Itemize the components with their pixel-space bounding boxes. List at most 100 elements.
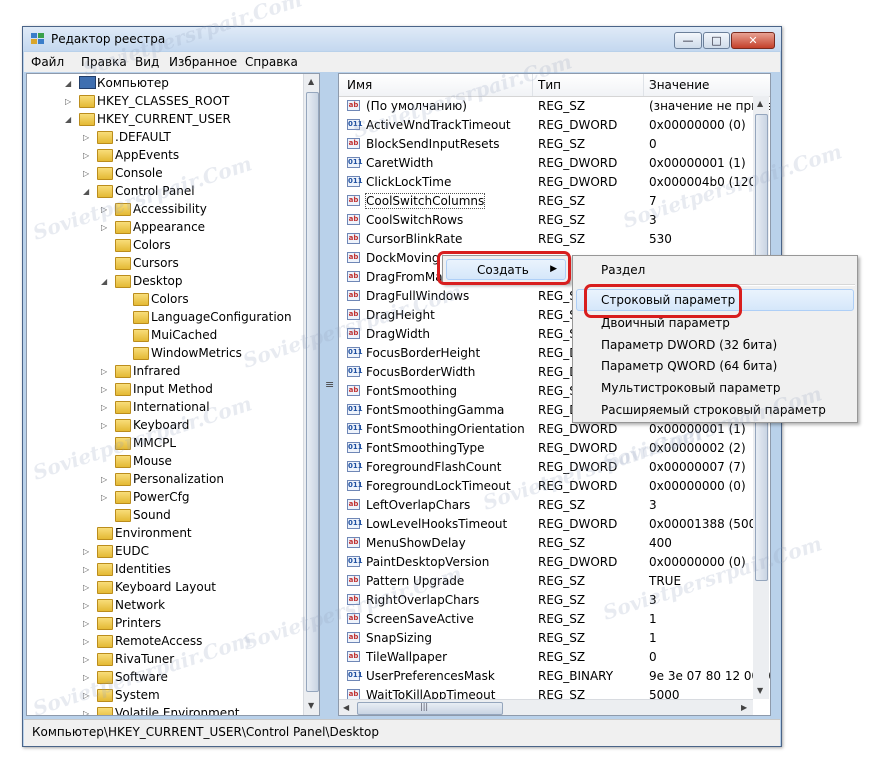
status-bar: Компьютер\HKEY_CURRENT_USER\Control Pane…	[24, 719, 780, 746]
expander-icon[interactable]: ▷	[65, 97, 73, 107]
values-horizontal-scrollbar[interactable]: ◀ ||| ▶	[339, 699, 753, 715]
expander-icon[interactable]: ▷	[83, 673, 91, 683]
expander-icon[interactable]	[101, 241, 109, 251]
expander-icon[interactable]	[101, 457, 109, 467]
expander-icon[interactable]: ▷	[101, 421, 109, 431]
expander-icon[interactable]	[83, 529, 91, 539]
expander-icon[interactable]: ▷	[101, 403, 109, 413]
expander-icon[interactable]: ▷	[83, 583, 91, 593]
expander-icon[interactable]: ▷	[83, 619, 91, 629]
expander-icon[interactable]: ▷	[83, 169, 91, 179]
expander-icon[interactable]: ▷	[101, 367, 109, 377]
expander-icon[interactable]: ▷	[101, 223, 109, 233]
value-row[interactable]: ab CursorBlinkRate REG_SZ 530	[339, 230, 757, 249]
value-row[interactable]: 011 FontSmoothingType REG_DWORD 0x00000002 …	[339, 439, 757, 458]
highlight-frame-create	[437, 251, 571, 285]
submenu-item-binary-value[interactable]: Двоичный параметр	[601, 316, 730, 330]
value-row[interactable]: 011 LowLevelHooksTimeout REG_DWORD 0x000013…	[339, 515, 769, 534]
expander-icon[interactable]: ▷	[83, 151, 91, 161]
value-row[interactable]: ab (По умолчанию) REG_SZ (значение не присв	[339, 97, 770, 116]
values-hscroll-thumb[interactable]: |||	[357, 702, 503, 715]
expander-icon[interactable]	[119, 349, 127, 359]
column-value-header[interactable]: Значение	[649, 78, 709, 92]
expander-icon[interactable]: ▷	[101, 385, 109, 395]
menu-file[interactable]: Файл	[31, 55, 64, 69]
maximize-button[interactable]: □	[703, 32, 730, 49]
folder-icon	[97, 131, 113, 144]
folder-icon	[115, 203, 131, 216]
tree-scroll-thumb[interactable]	[306, 92, 319, 692]
value-type: REG_DWORD	[538, 118, 618, 132]
expander-icon[interactable]: ▷	[83, 133, 91, 143]
registry-tree[interactable]: ◢ Компьютер ▷ HKEY_CLASSES_ROOT ◢ HKEY_CURREN…	[26, 73, 320, 716]
scroll-down-arrow[interactable]: ▼	[757, 686, 763, 695]
value-row[interactable]: 011 ForegroundLockTimeout REG_DWORD 0x00000…	[339, 477, 757, 496]
submenu-item-expandable-string-value[interactable]: Расширяемый строковый параметр	[601, 403, 826, 417]
value-row[interactable]: 011 ClickLockTime REG_DWORD 0x000004b0 (120…	[339, 173, 769, 192]
value-row[interactable]: ab SnapSizing REG_SZ 1	[339, 629, 757, 648]
expander-icon[interactable]: ◢	[65, 115, 73, 125]
value-row[interactable]: ab CoolSwitchRows REG_SZ 3	[339, 211, 757, 230]
expander-icon[interactable]	[119, 295, 127, 305]
string-value-icon: ab	[347, 328, 360, 339]
value-row[interactable]: 011 CaretWidth REG_DWORD 0x00000001 (1)	[339, 154, 757, 173]
minimize-button[interactable]: —	[674, 32, 702, 49]
value-row[interactable]: ab MenuShowDelay REG_SZ 400	[339, 534, 757, 553]
menu-help[interactable]: Справка	[245, 55, 298, 69]
value-row[interactable]: ab TileWallpaper REG_SZ 0	[339, 648, 757, 667]
value-row[interactable]: 011 ForegroundFlashCount REG_DWORD 0x000000…	[339, 458, 757, 477]
column-divider[interactable]	[643, 74, 644, 96]
column-name-header[interactable]: Имя	[347, 78, 372, 92]
scroll-right-arrow[interactable]: ▶	[741, 703, 747, 712]
expander-icon[interactable]: ▷	[83, 655, 91, 665]
expander-icon[interactable]: ▷	[83, 601, 91, 611]
expander-icon[interactable]: ▷	[83, 691, 91, 701]
value-row[interactable]: ab Pattern Upgrade REG_SZ TRUE	[339, 572, 757, 591]
column-divider[interactable]	[532, 74, 533, 96]
expander-icon[interactable]: ◢	[83, 187, 91, 197]
expander-icon[interactable]	[101, 259, 109, 269]
submenu-item-dword-value[interactable]: Параметр DWORD (32 бита)	[601, 338, 777, 352]
menu-view[interactable]: Вид	[135, 55, 159, 69]
pane-splitter[interactable]: ≡	[322, 73, 336, 716]
value-row[interactable]: 011 ActiveWndTrackTimeout REG_DWORD 0x00000…	[339, 116, 757, 135]
menu-favorites[interactable]: Избранное	[169, 55, 237, 69]
expander-icon[interactable]: ▷	[83, 637, 91, 647]
scroll-left-arrow[interactable]: ◀	[343, 703, 349, 712]
expander-icon[interactable]: ◢	[101, 277, 109, 287]
value-row[interactable]: ab ScreenSaveActive REG_SZ 1	[339, 610, 757, 629]
expander-icon[interactable]: ▷	[83, 547, 91, 557]
value-type: REG_DWORD	[538, 517, 618, 531]
close-button[interactable]: ✕	[731, 32, 775, 49]
expander-icon[interactable]: ▷	[83, 565, 91, 575]
title-bar[interactable]: Редактор реестра — □ ✕	[23, 27, 781, 51]
scroll-down-arrow[interactable]: ▼	[308, 701, 314, 710]
binary-value-icon: 011	[347, 404, 363, 415]
value-row[interactable]: 011 PaintDesktopVersion REG_DWORD 0x0000000…	[339, 553, 757, 572]
value-row[interactable]: ab BlockSendInputResets REG_SZ 0	[339, 135, 757, 154]
value-row[interactable]: ab RightOverlapChars REG_SZ 3	[339, 591, 757, 610]
value-name: SnapSizing	[366, 631, 432, 645]
expander-icon[interactable]	[119, 313, 127, 323]
scroll-up-arrow[interactable]: ▲	[308, 77, 314, 86]
value-name: Pattern Upgrade	[366, 574, 465, 588]
value-row[interactable]: ab CoolSwitchColumns REG_SZ 7	[339, 192, 757, 211]
submenu-item-qword-value[interactable]: Параметр QWORD (64 бита)	[601, 359, 777, 373]
expander-icon[interactable]: ◢	[65, 79, 73, 89]
submenu-item-key[interactable]: Раздел	[601, 263, 645, 277]
submenu-item-multistring-value[interactable]: Мультистроковый параметр	[601, 381, 781, 395]
menu-edit[interactable]: Правка	[81, 55, 127, 69]
expander-icon[interactable]	[119, 331, 127, 341]
expander-icon[interactable]: ▷	[83, 709, 91, 715]
expander-icon[interactable]	[101, 511, 109, 521]
expander-icon[interactable]: ▷	[101, 493, 109, 503]
value-row[interactable]: 011 UserPreferencesMask REG_BINARY 9e 3e 07…	[339, 667, 770, 686]
expander-icon[interactable]: ▷	[101, 205, 109, 215]
expander-icon[interactable]: ▷	[101, 475, 109, 485]
scroll-up-arrow[interactable]: ▲	[757, 99, 763, 108]
value-name: ClickLockTime	[366, 175, 452, 189]
value-row[interactable]: ab LeftOverlapChars REG_SZ 3	[339, 496, 757, 515]
expander-icon[interactable]	[101, 439, 109, 449]
column-type-header[interactable]: Тип	[538, 78, 561, 92]
tree-scrollbar[interactable]: ▲ ▼	[303, 74, 319, 715]
